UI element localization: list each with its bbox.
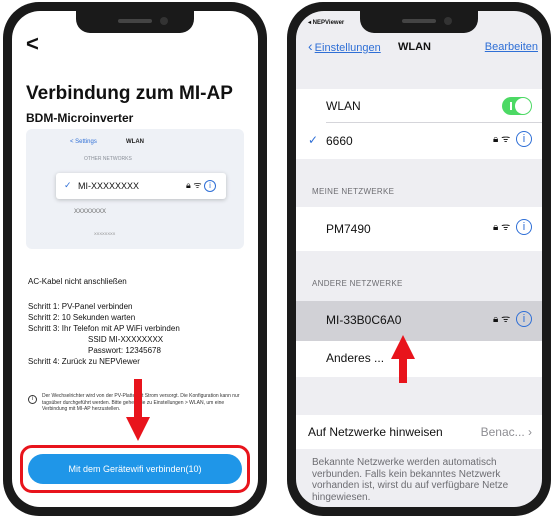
chevron-right-icon: › bbox=[528, 425, 532, 439]
nav-title: WLAN bbox=[398, 41, 431, 53]
phone-notch bbox=[360, 11, 478, 33]
phone-left: < Verbindung zum MI-AP BDM-Microinverter… bbox=[3, 2, 267, 516]
status-back-app[interactable]: ◂ NEPViewer bbox=[308, 19, 344, 26]
step-4: Schritt 4: Zurück zu NEPViewer bbox=[28, 357, 140, 366]
step-3-ssid: SSID MI-XXXXXXXX bbox=[88, 335, 164, 344]
illus-back-label: < Settings bbox=[70, 139, 97, 145]
network-status-icons: 🔒︎ ᯤ i bbox=[492, 219, 532, 236]
settings-back-link[interactable]: ‹ Einstellungen bbox=[308, 38, 381, 54]
wlan-toggle[interactable] bbox=[502, 97, 532, 115]
step-3: Schritt 3: Ihr Telefon mit AP WiFi verbi… bbox=[28, 324, 180, 333]
illus-network-card: ✓ MI-XXXXXXXX 🔒︎ ᯤ i bbox=[56, 173, 226, 199]
red-arrow-down-icon bbox=[126, 417, 150, 441]
connected-network-row[interactable]: ✓ 6660 🔒︎ ᯤ i bbox=[296, 123, 542, 159]
check-icon: ✓ bbox=[308, 133, 319, 147]
phone-notch bbox=[76, 11, 194, 33]
wifi-icon: ᯤ bbox=[501, 314, 511, 325]
info-icon: i bbox=[204, 179, 217, 192]
my-networks-header: MEINE NETZWERKE bbox=[312, 187, 395, 196]
nav-bar: ‹ Einstellungen WLAN Bearbeiten bbox=[296, 38, 542, 63]
lock-icon: 🔒︎ bbox=[492, 134, 499, 145]
illus-ssid: MI-XXXXXXXX bbox=[78, 181, 140, 191]
other-network-label: Anderes ... bbox=[326, 351, 385, 365]
ac-cable-note: AC-Kabel nicht anschließen bbox=[28, 277, 127, 286]
info-icon: i bbox=[28, 395, 37, 404]
illus-ssid-2: XXXXXXXX bbox=[74, 209, 107, 215]
wlan-label: WLAN bbox=[326, 99, 361, 113]
network-status-icons: 🔒︎ ᯤ i bbox=[492, 131, 532, 148]
illus-status-icons: 🔒︎ ᯤ i bbox=[186, 178, 217, 192]
network-ssid: PM7490 bbox=[326, 222, 371, 236]
wifi-icon: ᯤ bbox=[501, 222, 511, 233]
info-icon[interactable]: i bbox=[516, 219, 532, 236]
ask-to-join-row[interactable]: Auf Netzwerke hinweisen Benac... › bbox=[296, 415, 542, 449]
footer-text: Bekannte Netzwerke werden automatisch ve… bbox=[312, 457, 509, 503]
info-icon[interactable]: i bbox=[516, 311, 532, 328]
network-row-selected[interactable]: MI-33B0C6A0 🔒︎ ᯤ i bbox=[296, 301, 542, 341]
wifi-icon: ᯤ bbox=[193, 180, 202, 190]
lock-icon: 🔒︎ bbox=[492, 314, 499, 325]
red-arrow-down-shaft bbox=[134, 379, 142, 419]
step-1: Schritt 1: PV-Panel verbinden bbox=[28, 302, 133, 311]
steps-list: Schritt 1: PV-Panel verbinden Schritt 2:… bbox=[28, 301, 180, 367]
wlan-toggle-row: WLAN bbox=[296, 89, 542, 123]
phone-right: ◂ NEPViewer ‹ Einstellungen WLAN Bearbeit… bbox=[287, 2, 551, 516]
info-icon[interactable]: i bbox=[516, 131, 532, 148]
wifi-icon: ᯤ bbox=[501, 134, 511, 145]
red-arrow-up-shaft bbox=[399, 357, 407, 383]
chevron-left-icon: ‹ bbox=[308, 38, 313, 54]
settings-screen: ◂ NEPViewer ‹ Einstellungen WLAN Bearbeit… bbox=[296, 11, 542, 507]
illus-title: WLAN bbox=[126, 139, 144, 145]
check-icon: ✓ bbox=[64, 180, 72, 190]
app-screen: < Verbindung zum MI-AP BDM-Microinverter… bbox=[12, 11, 258, 507]
network-ssid: MI-33B0C6A0 bbox=[326, 313, 402, 327]
edit-link[interactable]: Bearbeiten bbox=[485, 41, 538, 53]
back-button[interactable]: < bbox=[26, 33, 39, 55]
page-title: Verbindung zum MI-AP bbox=[26, 83, 233, 104]
illus-ssid-3: XXXXXXXX bbox=[94, 231, 116, 236]
connected-ssid: 6660 bbox=[326, 134, 353, 148]
wifi-illustration: < Settings WLAN OTHER NETWORKS ✓ MI-XXXX… bbox=[26, 129, 244, 249]
lock-icon: 🔒︎ bbox=[492, 222, 499, 233]
page-subtitle: BDM-Microinverter bbox=[26, 111, 134, 125]
illus-other-networks: OTHER NETWORKS bbox=[84, 156, 132, 162]
disclaimer-text: Der Wechselrichter wird von der PV-Platt… bbox=[42, 393, 240, 412]
ask-to-join-value: Benac... › bbox=[480, 425, 532, 439]
step-3-password: Passwort: 12345678 bbox=[88, 346, 161, 355]
lock-icon: 🔒︎ bbox=[186, 180, 191, 190]
step-2: Schritt 2: 10 Sekunden warten bbox=[28, 313, 136, 322]
red-arrow-up-icon bbox=[391, 335, 415, 359]
connect-device-wifi-button[interactable]: Mit dem Gerätewifi verbinden(10) bbox=[28, 454, 242, 484]
network-row[interactable]: PM7490 🔒︎ ᯤ i bbox=[296, 207, 542, 251]
ask-to-join-label: Auf Netzwerke hinweisen bbox=[308, 425, 443, 439]
network-status-icons: 🔒︎ ᯤ i bbox=[492, 311, 532, 328]
other-networks-header: ANDERE NETZWERKE bbox=[312, 279, 403, 288]
other-network-row[interactable]: Anderes ... bbox=[296, 341, 542, 377]
stage: < Verbindung zum MI-AP BDM-Microinverter… bbox=[0, 0, 551, 518]
